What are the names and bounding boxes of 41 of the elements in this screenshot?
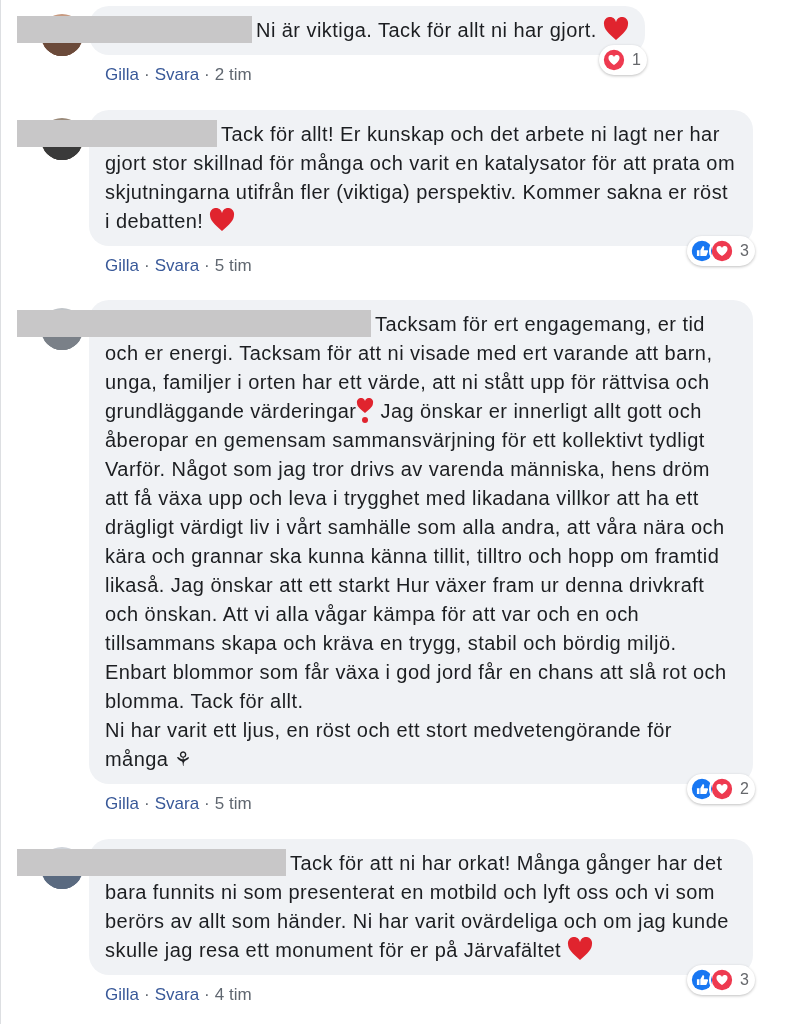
like-link[interactable]: Gilla — [105, 252, 139, 278]
comment-time[interactable]: 5 tim — [214, 791, 252, 817]
like-link[interactable]: Gilla — [105, 62, 139, 88]
reaction-badge[interactable]: 1 — [599, 45, 647, 75]
comment-time[interactable]: 4 tim — [214, 981, 252, 1007]
separator-dot: · — [144, 254, 150, 277]
reply-link[interactable]: Svara — [154, 252, 200, 278]
comment-text: Tack för att ni har orkat! Många gånger har det bara funnits ni som presenterat en motbild och lyft oss och vi som berörs av allt som händer. Ni har varit ovärdeliga och om jag kunde skulle jag resa ett monument för er på Järvafältet — [105, 848, 737, 965]
heart-exclamation-icon — [356, 398, 375, 424]
comment-time[interactable]: 2 tim — [214, 62, 252, 88]
heart-icon — [601, 47, 627, 73]
reaction-count: 3 — [740, 969, 749, 990]
reply-link[interactable]: Svara — [154, 62, 200, 88]
separator-dot: · — [144, 983, 150, 1006]
comment-time[interactable]: 5 tim — [214, 252, 252, 278]
like-link[interactable]: Gilla — [105, 981, 139, 1007]
heart-icon — [709, 776, 736, 802]
heart-icon — [209, 207, 236, 232]
separator-dot: · — [204, 793, 210, 815]
separator-dot: · — [144, 64, 150, 86]
comment-text: Ni har varit ett ljus, en röst och ett stort medvetengörande för många ⚘ — [105, 718, 673, 772]
heart-icon — [709, 237, 736, 264]
reaction-badge[interactable]: 2 — [687, 774, 755, 804]
reaction-badge[interactable]: 3 — [687, 964, 755, 995]
heart-icon — [709, 966, 736, 993]
reaction-count: 1 — [632, 50, 641, 70]
reaction-count: 2 — [740, 779, 749, 799]
separator-dot: · — [144, 793, 150, 815]
heart-icon — [567, 936, 594, 961]
separator-dot: · — [204, 64, 210, 86]
comment-text: Tacksam för ert engagemang, er tid och er energi. Tacksam för att ni visade med ert varande att barn, unga, familjer i orten har ett värde, att ni stått upp för rättvisa och grundläggande värderingar Jag önskar er innerligt allt gott och åberopar en gemensam sammansvärjning för ett kollektivt tydligt Varför. Något som jag tror drivs av varenda människa, hens dröm att få växa upp och leva i trygghet med likadana villkor att ha ett drägligt värdigt liv i vårt samhälle som alla andra, att våra nära och kära och grannar ska kunna känna tillit, tilltro och hopp om framtid likaså. Jag önskar att ett starkt Hur växer fram ur denna drivkraft och önskan. Att vi alla vågar kämpa för att var och en och tillsammans skapa och kräva en trygg, stabil och bördig miljö. Enbart blommor som får växa i god jord får en chans att slå rot och blomma. Tack för allt. — [105, 310, 737, 716]
separator-dot: · — [204, 983, 210, 1006]
comment-text: Tack för allt! Er kunskap och det arbete ni lagt ner har gjort stor skillnad för många och varit en katalysator för att prata om skjutningarna utifrån fler (viktiga) perspektiv. Kommer sakna er röst i debatten! — [105, 119, 737, 236]
like-link[interactable]: Gilla — [105, 791, 139, 817]
comment-text: Ni är viktiga. Tack för allt ni har gjort. — [105, 16, 629, 45]
separator-dot: · — [204, 254, 210, 277]
reply-link[interactable]: Svara — [154, 791, 200, 817]
reaction-count: 3 — [740, 240, 749, 261]
reaction-badge[interactable]: 3 — [687, 235, 755, 266]
reply-link[interactable]: Svara — [154, 981, 200, 1007]
heart-icon — [602, 17, 629, 41]
